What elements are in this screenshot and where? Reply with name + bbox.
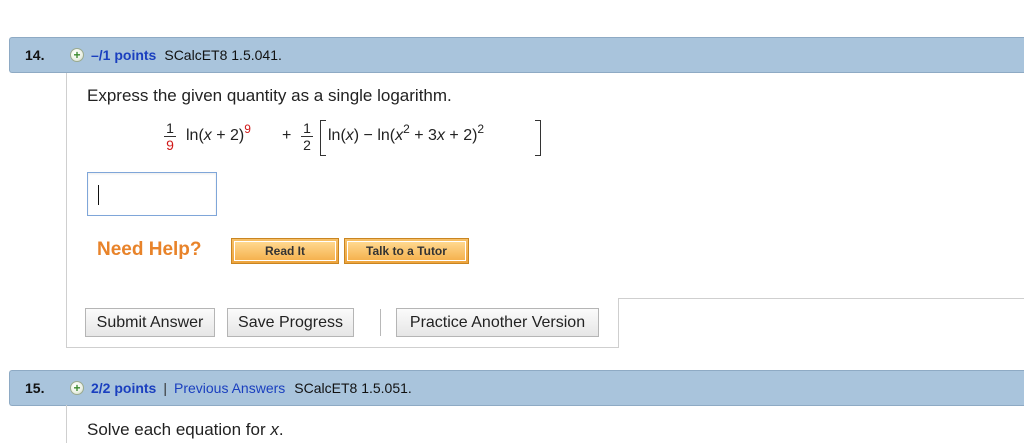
separator: | xyxy=(163,380,167,396)
problem-code: SCalcET8 1.5.041. xyxy=(164,47,282,63)
text-caret xyxy=(98,185,99,205)
points-link[interactable]: 2/2 points xyxy=(91,380,156,396)
divider xyxy=(66,347,619,348)
fraction-one-ninth: 1 9 xyxy=(164,121,176,153)
submit-answer-button[interactable]: Submit Answer xyxy=(85,308,215,337)
question-number: 15. xyxy=(25,380,45,396)
term-ln-difference: ln(x) − ln(x2 + 3x + 2)2 xyxy=(328,122,485,144)
expand-plus-icon[interactable]: + xyxy=(70,48,84,62)
question-number: 14. xyxy=(25,47,45,63)
points-link[interactable]: –/1 points xyxy=(91,47,156,63)
plus-sign: + xyxy=(282,127,292,144)
divider xyxy=(618,298,1024,299)
talk-to-tutor-button[interactable]: Talk to a Tutor xyxy=(344,238,469,264)
question-prompt: Express the given quantity as a single l… xyxy=(87,86,452,105)
question-15-header: 15. + 2/2 points | Previous Answers SCal… xyxy=(9,370,1024,406)
previous-answers-link[interactable]: Previous Answers xyxy=(174,380,285,396)
term-ln-x-plus-2: ln(x + 2)9 xyxy=(186,122,251,144)
problem-code: SCalcET8 1.5.051. xyxy=(294,380,412,396)
divider xyxy=(618,298,619,348)
answer-input[interactable] xyxy=(87,172,217,216)
divider xyxy=(66,405,67,443)
fraction-one-half: 1 2 xyxy=(301,121,313,153)
practice-another-version-button[interactable]: Practice Another Version xyxy=(396,308,599,337)
question-14-header: 14. + –/1 points SCalcET8 1.5.041. xyxy=(9,37,1024,73)
right-bracket xyxy=(535,120,541,156)
save-progress-button[interactable]: Save Progress xyxy=(227,308,354,337)
expand-plus-icon[interactable]: + xyxy=(70,381,84,395)
read-it-button[interactable]: Read It xyxy=(231,238,339,264)
need-help-label: Need Help? xyxy=(97,239,202,260)
question-prompt: Solve each equation for x. xyxy=(87,420,284,439)
button-divider xyxy=(380,309,381,336)
left-bracket xyxy=(320,120,326,156)
